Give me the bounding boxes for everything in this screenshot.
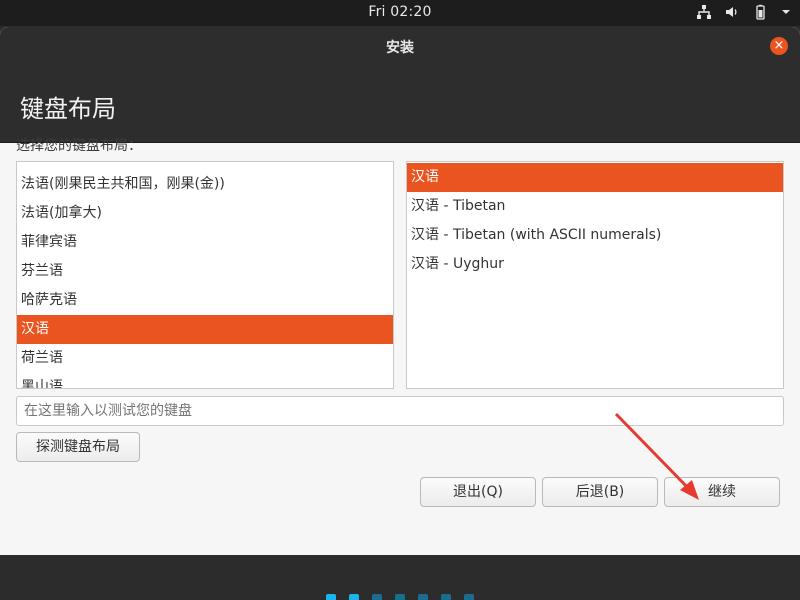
layout-item[interactable]: 汉语 [17,315,393,344]
progress-dot [441,594,451,600]
progress-dot [349,594,359,600]
layout-item[interactable]: 法语(加拿大) [17,199,393,228]
layout-item[interactable]: 芬兰语 [17,257,393,286]
continue-button[interactable]: 继续 [664,477,780,507]
page-header: 键盘布局 [0,65,800,143]
clock[interactable]: Fri 02:20 [0,4,800,20]
battery-icon[interactable] [752,4,768,24]
layout-item[interactable]: 菲律宾语 [17,228,393,257]
network-icon[interactable] [696,4,712,24]
variant-item[interactable]: 汉语 [407,163,783,192]
page-title: 键盘布局 [20,95,116,123]
progress-dots [0,594,800,600]
variant-item[interactable]: 汉语 - Tibetan [407,192,783,221]
variant-list[interactable]: 汉语 汉语 - Tibetan 汉语 - Tibetan (with ASCII n… [406,161,784,389]
progress-dot [464,594,474,600]
back-button[interactable]: 后退(B) [542,477,658,507]
menu-chevron-down-icon[interactable] [780,4,792,24]
layout-item[interactable]: 哈萨克语 [17,286,393,315]
window-title: 安装 [386,40,414,56]
window-titlebar[interactable]: 安装 × [0,27,800,65]
close-icon[interactable]: × [770,37,788,55]
progress-dot [326,594,336,600]
progress-dot [418,594,428,600]
system-top-bar: Fri 02:20 [0,0,800,26]
variant-item[interactable]: 汉语 - Tibetan (with ASCII numerals) [407,221,783,250]
variant-item[interactable]: 汉语 - Uyghur [407,250,783,279]
layout-prompt-label: 选择您的键盘布局： [16,138,142,154]
layout-list[interactable]: 法语(刚果民主共和国，刚果(金)) 法语(加拿大) 菲律宾语 芬兰语 哈萨克语 汉语 荷兰语… [16,161,394,389]
quit-button[interactable]: 退出(Q) [420,477,536,507]
progress-dot [395,594,405,600]
volume-icon[interactable] [724,4,740,24]
keyboard-test-input[interactable] [16,396,784,426]
system-tray[interactable] [696,4,792,24]
detect-layout-button[interactable]: 探测键盘布局 [16,432,140,462]
layout-item[interactable]: 黑山语 [17,373,393,388]
layout-item[interactable]: 法语(刚果民主共和国，刚果(金)) [17,170,393,199]
layout-item[interactable]: 荷兰语 [17,344,393,373]
progress-dot [372,594,382,600]
